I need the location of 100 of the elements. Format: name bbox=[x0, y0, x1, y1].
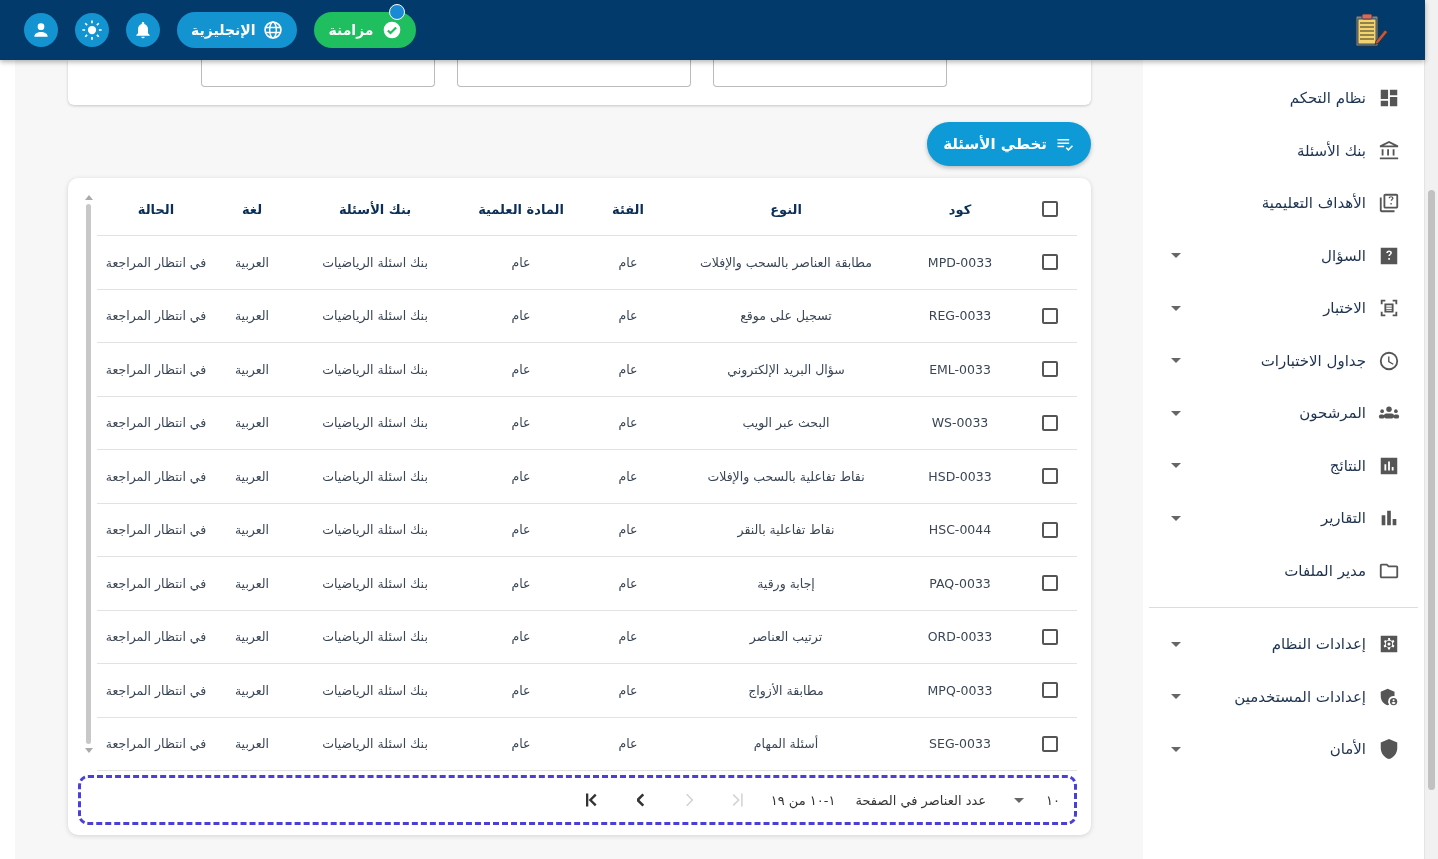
caret-icon bbox=[1171, 410, 1181, 416]
sidebar-item[interactable]: الأهداف التعليمية bbox=[1143, 177, 1424, 230]
checkbox[interactable] bbox=[1042, 628, 1058, 645]
theme-button[interactable] bbox=[75, 13, 109, 47]
table-cell-text: عام bbox=[510, 361, 532, 377]
checkbox[interactable] bbox=[1042, 575, 1058, 592]
column-header: الفئة bbox=[611, 201, 645, 217]
table-cell-text: في انتظار المراجعة bbox=[104, 682, 208, 698]
checkbox[interactable] bbox=[1042, 254, 1058, 271]
table-cell-text: أسئلة المهام bbox=[752, 736, 820, 752]
dropdown-field[interactable] bbox=[201, 60, 435, 87]
table-cell-text: عام bbox=[617, 575, 639, 591]
sidebar-item[interactable]: الاختبار bbox=[1143, 282, 1424, 335]
checkbox[interactable] bbox=[1042, 735, 1058, 752]
dropdown-field[interactable] bbox=[713, 60, 947, 87]
table-cell-text: عام bbox=[617, 361, 639, 377]
checkbox[interactable] bbox=[1042, 414, 1058, 431]
question-box-icon bbox=[1378, 192, 1400, 215]
table-cell-text: مطابقة الأزواج bbox=[747, 682, 825, 698]
table-cell-text: في انتظار المراجعة bbox=[104, 575, 208, 591]
caret-icon bbox=[1171, 515, 1181, 521]
notification-dot bbox=[389, 4, 405, 20]
table-cell-text: نقاط تفاعلية بالسحب والإفلات bbox=[706, 468, 866, 484]
table-cell-text: بنك اسئلة الرياضيات bbox=[321, 522, 429, 538]
checkbox[interactable] bbox=[1042, 682, 1058, 699]
table-cell-text: إجابة ورقية bbox=[756, 575, 816, 591]
sidebar-item[interactable]: السؤال bbox=[1143, 229, 1424, 282]
table-cell-text: العربية bbox=[233, 629, 271, 645]
table-cell-text: العربية bbox=[233, 575, 271, 591]
sun-icon bbox=[81, 19, 103, 41]
checkbox[interactable] bbox=[1042, 521, 1058, 538]
user-icon bbox=[31, 20, 51, 40]
sidebar-item[interactable]: جداول الاختبارات bbox=[1143, 334, 1424, 387]
table-cell-text: MPD-0033 bbox=[926, 254, 994, 270]
table-cell-text: ORD-0033 bbox=[926, 629, 994, 645]
table-cell-text: العربية bbox=[233, 522, 271, 538]
caret-icon bbox=[1171, 305, 1181, 311]
checkbox[interactable] bbox=[1042, 468, 1058, 485]
table-cell-text: عام bbox=[617, 468, 639, 484]
table-cell-text: EML-0033 bbox=[928, 361, 992, 377]
table-cell-text: في انتظار المراجعة bbox=[104, 361, 208, 377]
table-cell-text: HSC-0044 bbox=[927, 522, 993, 538]
table-cell-text: العربية bbox=[233, 682, 271, 698]
table-cell-text: بنك اسئلة الرياضيات bbox=[321, 575, 429, 591]
sidebar-item[interactable]: إعدادات النظام bbox=[1143, 618, 1424, 671]
table-cell-text: عام bbox=[510, 682, 532, 698]
column-header: كود bbox=[947, 201, 973, 217]
table-cell-text: عام bbox=[510, 415, 532, 431]
table-cell-text: عام bbox=[617, 254, 639, 270]
checkbox[interactable] bbox=[1042, 201, 1058, 217]
bell-icon bbox=[133, 20, 153, 40]
checkbox[interactable] bbox=[1042, 361, 1058, 378]
table-cell-text: عام bbox=[510, 629, 532, 645]
page-size-select[interactable]: ١٠ bbox=[1014, 792, 1060, 808]
table-cell-text: تسجيل على موقع bbox=[739, 308, 833, 324]
table-cell-text: العربية bbox=[233, 736, 271, 752]
sidebar-item[interactable]: التقارير bbox=[1143, 492, 1424, 545]
table-cell-text: في انتظار المراجعة bbox=[104, 629, 208, 645]
globe-icon bbox=[263, 20, 284, 40]
table-cell-text: REG-0033 bbox=[927, 308, 993, 324]
table-cell-text: سؤال البريد الإلكتروني bbox=[726, 361, 846, 377]
caret-icon bbox=[1171, 463, 1181, 469]
caret-icon bbox=[1171, 746, 1181, 752]
sidebar-item[interactable]: الأمان bbox=[1143, 723, 1424, 776]
page-range: ١-١٠ من ١٩ bbox=[770, 792, 836, 808]
table-cell-text: بنك اسئلة الرياضيات bbox=[321, 468, 429, 484]
table-cell-text: عام bbox=[617, 629, 639, 645]
table-cell-text: في انتظار المراجعة bbox=[104, 468, 208, 484]
table-cell-text: بنك اسئلة الرياضيات bbox=[321, 308, 429, 324]
table-cell-text: بنك اسئلة الرياضيات bbox=[321, 629, 429, 645]
checkbox[interactable] bbox=[1042, 307, 1058, 324]
table-cell-text: عام bbox=[510, 468, 532, 484]
table-cell-text: مطابقة العناصر بالسحب والإفلات bbox=[699, 254, 873, 270]
table-cell-text: في انتظار المراجعة bbox=[104, 736, 208, 752]
table-cell-text: العربية bbox=[233, 468, 271, 484]
table-cell-text: عام bbox=[510, 254, 532, 270]
table-cell-text: عام bbox=[617, 308, 639, 324]
notifications-button[interactable] bbox=[126, 13, 160, 47]
profile-button[interactable] bbox=[24, 13, 58, 47]
table-cell-text: العربية bbox=[233, 361, 271, 377]
sidebar-item[interactable]: نظام التحكم bbox=[1143, 72, 1424, 125]
table-cell-text: عام bbox=[510, 575, 532, 591]
table-cell-text: بنك اسئلة الرياضيات bbox=[321, 736, 429, 752]
caret-icon bbox=[1171, 641, 1181, 647]
sidebar-item[interactable]: النتائج bbox=[1143, 439, 1424, 492]
column-header: لغة bbox=[240, 201, 264, 217]
column-header: بنك الأسئلة bbox=[337, 201, 413, 217]
table-cell-text: عام bbox=[617, 682, 639, 698]
column-header: النوع bbox=[769, 201, 803, 217]
table-cell-text: MPQ-0033 bbox=[926, 682, 994, 698]
dropdown-field[interactable] bbox=[457, 60, 691, 87]
sidebar-item[interactable]: مدير الملفات bbox=[1143, 544, 1424, 597]
scrollbar[interactable] bbox=[1425, 0, 1438, 859]
sidebar-item[interactable]: المرشحون bbox=[1143, 387, 1424, 440]
table-cell-text: بنك اسئلة الرياضيات bbox=[321, 682, 429, 698]
table-cell-text: PAQ-0033 bbox=[928, 575, 992, 591]
table-cell-text: في انتظار المراجعة bbox=[104, 415, 208, 431]
table-cell-text: عام bbox=[617, 522, 639, 538]
sidebar-item[interactable]: بنك الأسئلة bbox=[1143, 124, 1424, 177]
sidebar-item[interactable]: إعدادات المستخدمين bbox=[1143, 670, 1424, 723]
